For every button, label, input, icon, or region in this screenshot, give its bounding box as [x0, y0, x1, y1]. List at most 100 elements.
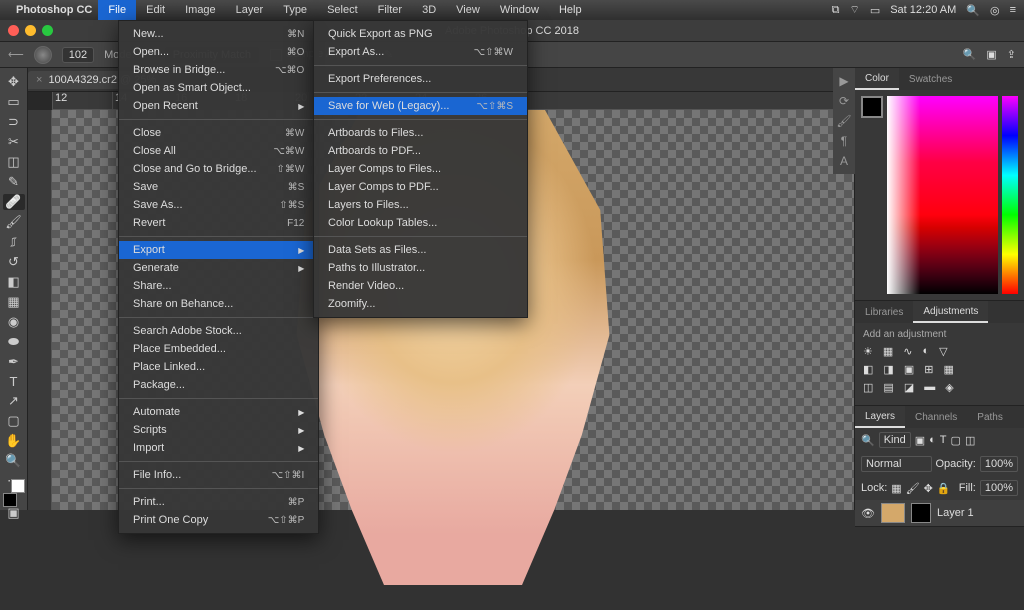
menu-item[interactable]: Export As...⌥⇧⌘W — [314, 43, 527, 61]
stamp-tool-icon[interactable]: ⎎ — [3, 234, 25, 250]
menu-layer[interactable]: Layer — [226, 0, 274, 20]
battery-icon[interactable]: ▭ — [870, 4, 880, 17]
menu-edit[interactable]: Edit — [136, 0, 175, 20]
menu-item[interactable]: Place Linked... — [119, 358, 318, 376]
filter-shape-icon[interactable]: ▢ — [951, 434, 961, 447]
move-tool-icon[interactable]: ✥ — [3, 74, 25, 90]
vibrance-icon[interactable]: ▽ — [939, 345, 947, 358]
bw-icon[interactable]: ◨ — [883, 363, 893, 376]
brush-panel-icon[interactable]: 🖌 — [835, 114, 853, 128]
filter-pixel-icon[interactable]: ▣ — [915, 434, 925, 447]
menu-item[interactable]: RevertF12 — [119, 214, 318, 232]
menu-item[interactable]: Save As...⇧⌘S — [119, 196, 318, 214]
layers-tab[interactable]: Layers — [855, 406, 905, 428]
layer-name[interactable]: Layer 1 — [937, 507, 974, 519]
swatches-tab[interactable]: Swatches — [899, 68, 962, 90]
exposure-icon[interactable]: ◐ — [923, 345, 930, 358]
foreground-color-swatch[interactable] — [861, 96, 883, 118]
menu-item[interactable]: Export▶ — [119, 241, 318, 259]
channels-tab[interactable]: Channels — [905, 406, 967, 428]
menu-item[interactable]: Color Lookup Tables... — [314, 214, 527, 232]
eraser-tool-icon[interactable]: ◧ — [3, 274, 25, 290]
gradient-tool-icon[interactable]: ▦ — [3, 294, 25, 310]
history-brush-tool-icon[interactable]: ↺ — [3, 254, 25, 270]
paragraph-icon[interactable]: ¶ — [835, 134, 853, 148]
minimize-window-button[interactable] — [25, 25, 36, 36]
lock-position-icon[interactable]: ✥ — [924, 482, 933, 495]
menu-item[interactable]: Automate▶ — [119, 403, 318, 421]
menu-item[interactable]: Print One Copy⌥⇧⌘P — [119, 511, 318, 529]
menu-item[interactable]: Close and Go to Bridge...⇧⌘W — [119, 160, 318, 178]
curves-icon[interactable]: ∿ — [903, 345, 912, 358]
lasso-tool-icon[interactable]: ⊃ — [3, 114, 25, 130]
menu-item[interactable]: Import▶ — [119, 439, 318, 457]
menu-file[interactable]: File — [98, 0, 136, 20]
menu-item[interactable]: Close⌘W — [119, 124, 318, 142]
menu-item[interactable]: File Info...⌥⇧⌘I — [119, 466, 318, 484]
play-icon[interactable]: ▶ — [835, 74, 853, 88]
color-tab[interactable]: Color — [855, 68, 899, 90]
menu-item[interactable]: Export Preferences... — [314, 70, 527, 88]
pen-tool-icon[interactable]: ✒ — [3, 354, 25, 370]
hand-tool-icon[interactable]: ✋ — [3, 433, 25, 449]
notification-icon[interactable]: ≡ — [1010, 4, 1016, 16]
selective-icon[interactable]: ◈ — [945, 381, 953, 394]
search-icon[interactable]: 🔍 — [963, 48, 977, 61]
menu-3d[interactable]: 3D — [412, 0, 446, 20]
shape-tool-icon[interactable]: ▢ — [3, 413, 25, 429]
type-tool-icon[interactable]: T — [3, 374, 25, 389]
lock-pixels-icon[interactable]: 🖌 — [906, 482, 920, 495]
menu-item[interactable]: Open Recent▶ — [119, 97, 318, 115]
blur-tool-icon[interactable]: ◉ — [3, 314, 25, 330]
crop-tool-icon[interactable]: ◫ — [3, 154, 25, 170]
path-tool-icon[interactable]: ↗ — [3, 393, 25, 409]
posterize-icon[interactable]: ▤ — [883, 381, 893, 394]
menu-window[interactable]: Window — [490, 0, 549, 20]
menu-item[interactable]: Quick Export as PNG — [314, 25, 527, 43]
filter-type-icon[interactable]: T — [940, 434, 947, 446]
menu-item[interactable]: Search Adobe Stock... — [119, 322, 318, 340]
search-icon[interactable]: 🔍 — [966, 4, 980, 17]
paths-tab[interactable]: Paths — [967, 406, 1013, 428]
eyedropper-tool-icon[interactable]: ✎ — [3, 174, 25, 190]
marquee-tool-icon[interactable]: ▭ — [3, 94, 25, 110]
menu-item[interactable]: Save for Web (Legacy)...⌥⇧⌘S — [314, 97, 527, 115]
maximize-window-button[interactable] — [42, 25, 53, 36]
menu-item[interactable]: Share on Behance... — [119, 295, 318, 313]
menu-item[interactable]: Share... — [119, 277, 318, 295]
share-icon[interactable]: ⇪ — [1007, 48, 1016, 61]
brush-tool-icon[interactable]: 🖌 — [3, 214, 25, 230]
threshold-icon[interactable]: ◪ — [904, 381, 914, 394]
dropbox-icon[interactable]: ⧉ — [832, 4, 840, 17]
layer-row[interactable]: 👁 Layer 1 — [855, 500, 1024, 526]
hue-slider[interactable] — [1002, 96, 1018, 294]
character-icon[interactable]: A — [835, 154, 853, 168]
opacity-input[interactable]: 100% — [980, 456, 1018, 472]
photo-filter-icon[interactable]: ▣ — [904, 363, 914, 376]
history-icon[interactable]: ⟳ — [835, 94, 853, 108]
levels-icon[interactable]: ▦ — [883, 345, 893, 358]
lock-all-icon[interactable]: 🔒 — [937, 482, 951, 495]
blend-mode-dropdown[interactable]: Normal — [861, 456, 932, 472]
siri-icon[interactable]: ◎ — [990, 4, 1000, 17]
menu-item[interactable]: Save⌘S — [119, 178, 318, 196]
kind-dropdown[interactable]: Kind — [879, 432, 911, 448]
menu-image[interactable]: Image — [175, 0, 226, 20]
zoom-tool-icon[interactable]: 🔍 — [3, 453, 25, 469]
wifi-icon[interactable]: ⌔ — [849, 3, 859, 17]
lock-transparency-icon[interactable]: ▦ — [891, 482, 901, 495]
libraries-tab[interactable]: Libraries — [855, 301, 913, 323]
gradient-map-icon[interactable]: ▬ — [924, 381, 935, 394]
filter-adj-icon[interactable]: ◐ — [929, 434, 936, 446]
brush-preview[interactable] — [34, 46, 52, 64]
menu-item[interactable]: Scripts▶ — [119, 421, 318, 439]
workspace-icon[interactable]: ▣ — [986, 48, 996, 61]
quick-mask-icon[interactable]: ▣ — [3, 505, 25, 521]
menu-filter[interactable]: Filter — [368, 0, 412, 20]
invert-icon[interactable]: ◫ — [863, 381, 873, 394]
visibility-icon[interactable]: 👁 — [861, 507, 875, 520]
layer-thumbnail[interactable] — [881, 503, 905, 523]
hue-icon[interactable]: ◧ — [863, 363, 873, 376]
lookup-icon[interactable]: ▦ — [943, 363, 953, 376]
menu-item[interactable]: Open as Smart Object... — [119, 79, 318, 97]
